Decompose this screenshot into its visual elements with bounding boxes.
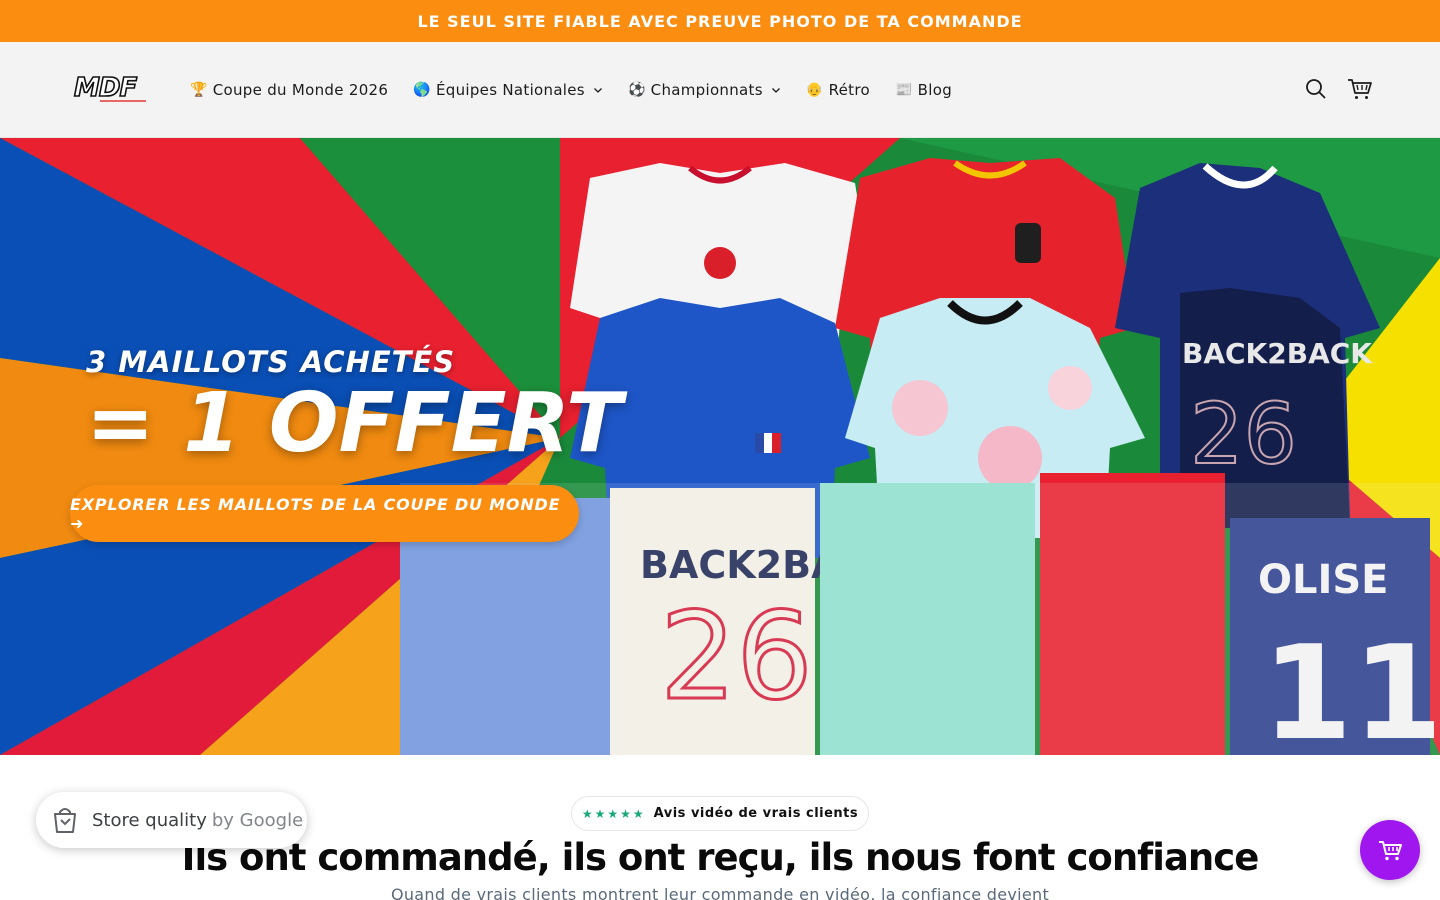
- cart-icon: [1379, 841, 1402, 861]
- nav-item-label: Championnats: [650, 81, 763, 99]
- floating-cart-button[interactable]: [1360, 820, 1420, 880]
- announcement-text: LE SEUL SITE FIABLE AVEC PREUVE PHOTO DE…: [417, 11, 1023, 31]
- mdf-logo[interactable]: MDF: [72, 70, 152, 104]
- badge-suffix: by Google: [211, 809, 304, 831]
- chevron-down-icon: [771, 88, 780, 93]
- hero-subtitle: 3 MAILLOTS ACHETÉS: [86, 345, 456, 379]
- chevron-down-icon: [593, 88, 602, 93]
- reviews-subtitle: Quand de vrais clients montrent leur com…: [390, 885, 1050, 900]
- svg-text:MDF: MDF: [74, 73, 137, 103]
- site-header: MDF 🏆 Coupe du Monde 2026 🌎 Équipes Nati…: [0, 42, 1440, 138]
- hero-title: = 1 OFFERT: [86, 376, 623, 471]
- nav-item-label: Coupe du Monde 2026: [212, 81, 389, 99]
- nav-item-label: Équipes Nationales: [435, 81, 585, 99]
- nav-item-label: Rétro: [828, 81, 870, 99]
- reviews-pill: ★★★★★ Avis vidéo de vrais clients: [571, 796, 869, 831]
- badge-label: Store quality: [92, 809, 207, 831]
- cart-icon[interactable]: [1347, 76, 1373, 102]
- reviews-pill-text: Avis vidéo de vrais clients: [653, 806, 859, 821]
- nav-item-label: Blog: [917, 81, 953, 99]
- google-store-quality-badge[interactable]: Store quality by Google: [36, 792, 307, 848]
- announcement-bar: LE SEUL SITE FIABLE AVEC PREUVE PHOTO DE…: [0, 0, 1440, 42]
- nav-item-championnats[interactable]: ⚽ Championnats: [628, 81, 781, 99]
- nav-item-coupe-du-monde[interactable]: 🏆 Coupe du Monde 2026: [190, 81, 388, 99]
- cta-label: EXPLORER LES MAILLOTS DE LA COUPE DU MON…: [70, 494, 561, 533]
- explore-world-cup-button[interactable]: EXPLORER LES MAILLOTS DE LA COUPE DU MON…: [70, 485, 579, 542]
- nav-item-retro[interactable]: 👴 Rétro: [806, 81, 870, 99]
- nav-item-equipes-nationales[interactable]: 🌎 Équipes Nationales: [413, 81, 603, 99]
- svg-text:26: 26: [1190, 385, 1297, 483]
- main-nav: 🏆 Coupe du Monde 2026 🌎 Équipes National…: [190, 42, 977, 138]
- nav-item-blog[interactable]: 📰 Blog: [895, 81, 952, 99]
- trophy-icon: 🏆: [190, 82, 208, 98]
- search-icon[interactable]: [1303, 76, 1329, 102]
- star-rating: ★★★★★: [581, 806, 646, 821]
- soccer-ball-icon: ⚽: [627, 82, 646, 98]
- svg-text:BACK2BACK: BACK2BACK: [1182, 337, 1373, 370]
- hero-banner[interactable]: BACK2BACK 26 BACK2BACK 26 OLISE 11 3 MAI…: [0, 138, 1440, 755]
- globe-icon: 🌎: [413, 82, 431, 98]
- old-man-icon: 👴: [805, 82, 824, 98]
- shopping-bag-icon: [54, 808, 76, 833]
- newspaper-icon: 📰: [894, 82, 913, 98]
